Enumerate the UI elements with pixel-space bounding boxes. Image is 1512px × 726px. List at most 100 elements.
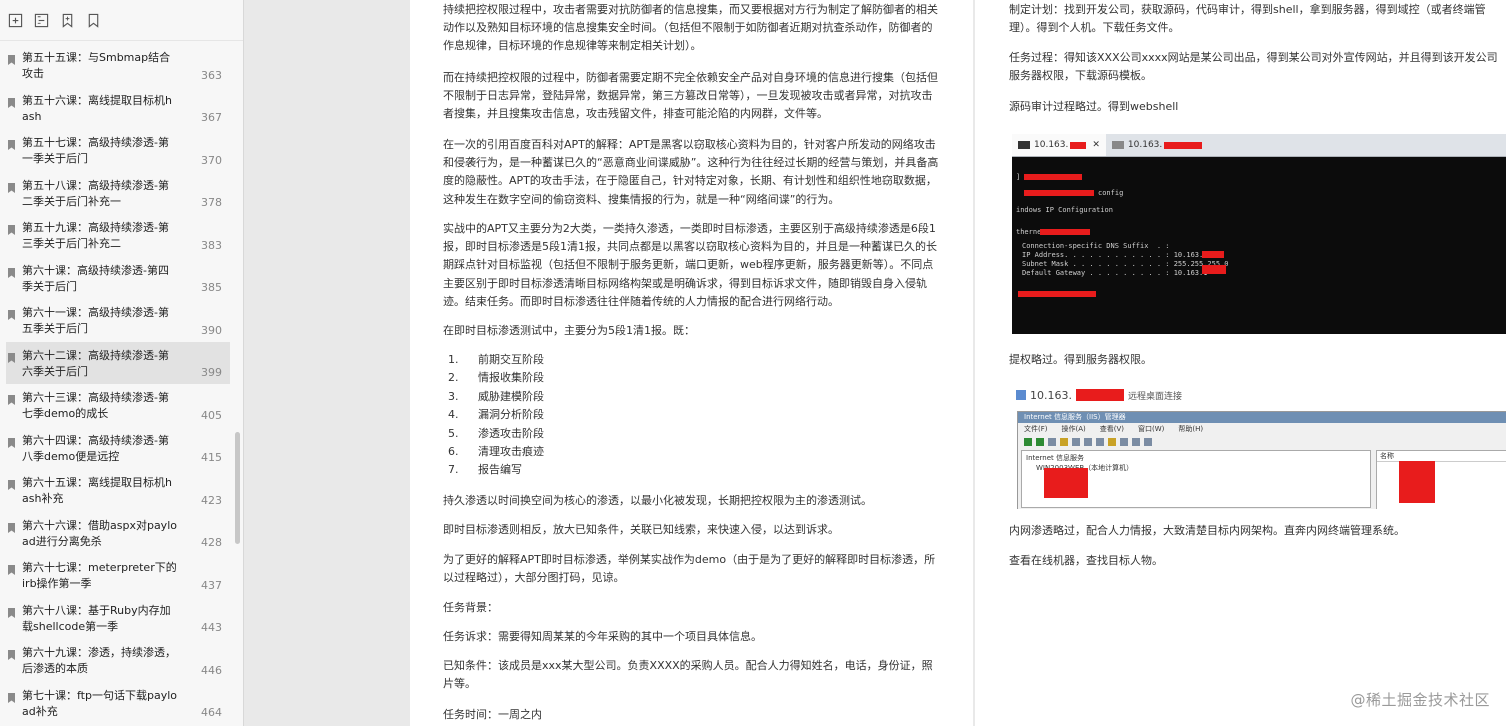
toc-item-title: 第五十七课：高级持续渗透-第一季关于后门 (22, 136, 169, 165)
rdp-titlebar: 10.163. 远程桌面连接 (1012, 384, 1506, 406)
toc-item-title: 第六十七课：meterpreter下的irb操作第一季 (22, 561, 177, 590)
paragraph: 持久渗透以时间换空间为核心的渗透，以最小化被发现，长期把控权限为主的渗透测试。 (443, 494, 872, 507)
toc-item[interactable]: 第六十四课：高级持续渗透-第八季demo便是远控 415 (0, 427, 236, 470)
outline-list: 第五十五课：与Smbmap结合攻击 363 第五十六课：离线提取目标机hash 367… (0, 44, 236, 724)
toc-item[interactable]: 第六十二课：高级持续渗透-第六季关于后门 399 (6, 341, 230, 384)
bookmark-icon (8, 55, 15, 65)
expand-outline-icon[interactable] (4, 9, 26, 31)
bookmark-icon (8, 310, 15, 320)
toc-item-title: 第六十六课：借助aspx对payload进行分离免杀 (22, 518, 177, 548)
toc-item[interactable]: 第五十七课：高级持续渗透-第一季关于后门 370 (0, 129, 236, 172)
collapse-outline-icon[interactable] (30, 9, 52, 31)
bookmark-icon (8, 650, 15, 660)
toc-item[interactable]: 第六十五课：离线提取目标机hash补充 423 (0, 469, 236, 512)
iis-menu-item: 操作(A) (1061, 425, 1086, 433)
toc-item[interactable]: 第五十九课：高级持续渗透-第三季关于后门补充二 383 (0, 214, 236, 257)
list-item: 7. 报告编写 (448, 463, 522, 477)
toc-item[interactable]: 第六十九课：渗透，持续渗透，后渗透的本质 446 (0, 639, 236, 682)
bookmark-icon (8, 182, 15, 193)
toc-item-title: 第六十三课：高级持续渗透-第七季demo的成长 (22, 391, 169, 420)
toc-item-page: 370 (201, 153, 222, 167)
paragraph: 为了更好的解释APT即时目标渗透，举例某实战作为demo（由于是为了更好的解释即… (443, 553, 936, 585)
iis-menu-item: 窗口(W) (1138, 425, 1165, 433)
paragraph: 在一次的引用百度百科对APT的解释：APT是黑客以窃取核心资料为目的，针对客户所… (443, 138, 939, 206)
bookmark-icon[interactable] (82, 9, 104, 31)
iis-window: Internet 信息服务（IIS）管理器 文件(F) 操作(A) 查看(V) 窗口(… (1017, 411, 1506, 509)
toc-item-page: 415 (201, 451, 222, 464)
bookmark-icon (8, 225, 15, 235)
paragraph: 任务背景： (443, 601, 498, 614)
toc-item[interactable]: 第六十一课：高级持续渗透-第五季关于后门 390 (0, 299, 236, 342)
toc-item-title: 第六十八课：基于Ruby内存加载shellcode第一季 (22, 603, 171, 633)
iis-menu-item: 文件(F) (1024, 425, 1048, 433)
bookmark-icon (8, 395, 15, 405)
paragraph: 源码审计过程略过。得到webshell (1009, 100, 1179, 113)
toc-item-page: 423 (201, 493, 222, 507)
toc-item[interactable]: 第五十六课：离线提取目标机hash 367 (0, 87, 236, 130)
add-bookmark-icon[interactable] (56, 9, 78, 31)
toc-item-title: 第六十四课：高级持续渗透-第八季demo便是远控 (22, 433, 169, 463)
list-item: 6. 清理攻击痕迹 (448, 445, 544, 459)
bookmark-icon (8, 437, 15, 448)
toc-item-page: 443 (201, 621, 222, 634)
screenshot-tabbar: 10.163. ✕ 10.163. (1012, 134, 1506, 157)
bookmark-icon (8, 692, 15, 703)
outline-toolbar (0, 0, 243, 41)
toc-item-page: 385 (201, 281, 222, 294)
toc-item-page: 363 (201, 68, 222, 82)
toc-item-title: 第五十六课：离线提取目标机hash (22, 93, 172, 123)
bookmark-icon (8, 352, 15, 363)
toc-item-title: 第六十二课：高级持续渗透-第六季关于后门 (22, 348, 169, 378)
rdp-screenshot: 10.163. 远程桌面连接 Internet 信息服务（IIS）管理器 文件(… (1012, 384, 1506, 509)
paragraph: 任务诉求：需要得知周某某的今年采购的其中一个项目具体信息。 (443, 630, 762, 643)
toc-item-page: 378 (201, 196, 222, 209)
bookmark-icon (8, 97, 15, 108)
toc-item-title: 第五十九课：高级持续渗透-第三季关于后门补充二 (22, 221, 169, 250)
toc-item-title: 第六十五课：离线提取目标机hash补充 (22, 476, 172, 505)
list-item: 1. 前期交互阶段 (448, 353, 544, 366)
toc-item-page: 437 (201, 578, 222, 592)
paragraph: 已知条件：该成员是xxx某大型公司。负责XXXX的采购人员。配合人力得知姓名，电… (443, 659, 933, 691)
watermark: @稀土掘金技术社区 (1350, 691, 1490, 709)
toc-item[interactable]: 第六十三课：高级持续渗透-第七季demo的成长 405 (0, 384, 236, 427)
cmd-screenshot: 10.163. ✕ 10.163. ] config indows IP Conf… (1012, 134, 1506, 334)
toc-item-title: 第六十九课：渗透，持续渗透，后渗透的本质 (22, 646, 176, 675)
paragraph: 查看在线机器，查找目标人物。 (1009, 554, 1163, 567)
toc-item-page: 428 (201, 536, 222, 549)
toc-item-page: 390 (201, 323, 222, 337)
iis-menu-item: 帮助(H) (1178, 425, 1204, 433)
paragraph: 任务过程：得知该XXX公司xxxx网站是某公司出品，得到某公司对外宣传网站，并且… (1009, 51, 1498, 83)
paragraph: 在即时目标渗透测试中，主要分为5段1清1报。既： (443, 324, 695, 337)
outline-sidebar: 第五十五课：与Smbmap结合攻击 363 第五十六课：离线提取目标机hash 367… (0, 0, 244, 726)
bookmark-icon (8, 565, 15, 575)
toc-item-page: 446 (201, 663, 222, 677)
toc-item[interactable]: 第五十五课：与Smbmap结合攻击 363 (0, 44, 236, 87)
toc-item[interactable]: 第六十六课：借助aspx对payload进行分离免杀 428 (0, 512, 236, 555)
bookmark-icon (8, 140, 15, 150)
iis-menu-item: 查看(V) (1099, 425, 1125, 433)
bookmark-icon (8, 267, 15, 278)
toc-item[interactable]: 第七十课：ftp一句话下载payload补充 464 (0, 682, 236, 725)
toc-item-page: 399 (201, 366, 222, 379)
toc-item-page: 367 (201, 111, 222, 124)
toc-item-title: 第七十课：ftp一句话下载payload补充 (22, 688, 177, 718)
screenshot-tab: 10.163. (1106, 134, 1208, 156)
paragraph: 实战中的APT又主要分为2大类，一类持久渗透，一类即时目标渗透，主要区别于高级持… (443, 222, 937, 308)
toc-item-page: 464 (201, 706, 222, 719)
list-item: 5. 渗透攻击阶段 (448, 426, 544, 440)
phase-list: 1. 前期交互阶段 2. 情报收集阶段 3. 威胁建模阶段 4. 漏洞分析阶段 5. 渗透攻击阶段… (448, 351, 928, 480)
paragraph: 持续把控权限过程中，攻击者需要对抗防御者的信息搜集，而又要根据对方行为制定了解防… (443, 3, 938, 53)
toc-item-title: 第六十一课：高级持续渗透-第五季关于后门 (22, 306, 169, 335)
bookmark-icon (8, 522, 15, 533)
paragraph: 制定计划：找到开发公司，获取源码，代码审计，得到shell，拿到服务器，得到域控… (1009, 3, 1486, 35)
paragraph: 即时目标渗透则相反，放大已知条件，关联已知线索，来快速入侵，以达到诉求。 (443, 523, 839, 536)
toc-item-title: 第六十课：高级持续渗透-第四季关于后门 (22, 263, 169, 293)
toc-item[interactable]: 第五十八课：高级持续渗透-第二季关于后门补充一 378 (0, 172, 236, 215)
sidebar-scrollbar[interactable] (235, 432, 240, 544)
toc-item[interactable]: 第六十八课：基于Ruby内存加载shellcode第一季 443 (0, 597, 236, 640)
toc-item-title: 第五十五课：与Smbmap结合攻击 (22, 51, 171, 80)
screenshot-tab: 10.163. ✕ (1012, 134, 1106, 156)
toc-item[interactable]: 第六十课：高级持续渗透-第四季关于后门 385 (0, 257, 236, 300)
paragraph: 而在持续把控权限的过程中，防御者需要定期不完全依赖安全产品对自身环境的信息进行搜… (443, 71, 938, 121)
toc-item[interactable]: 第六十七课：meterpreter下的irb操作第一季 437 (0, 554, 236, 597)
